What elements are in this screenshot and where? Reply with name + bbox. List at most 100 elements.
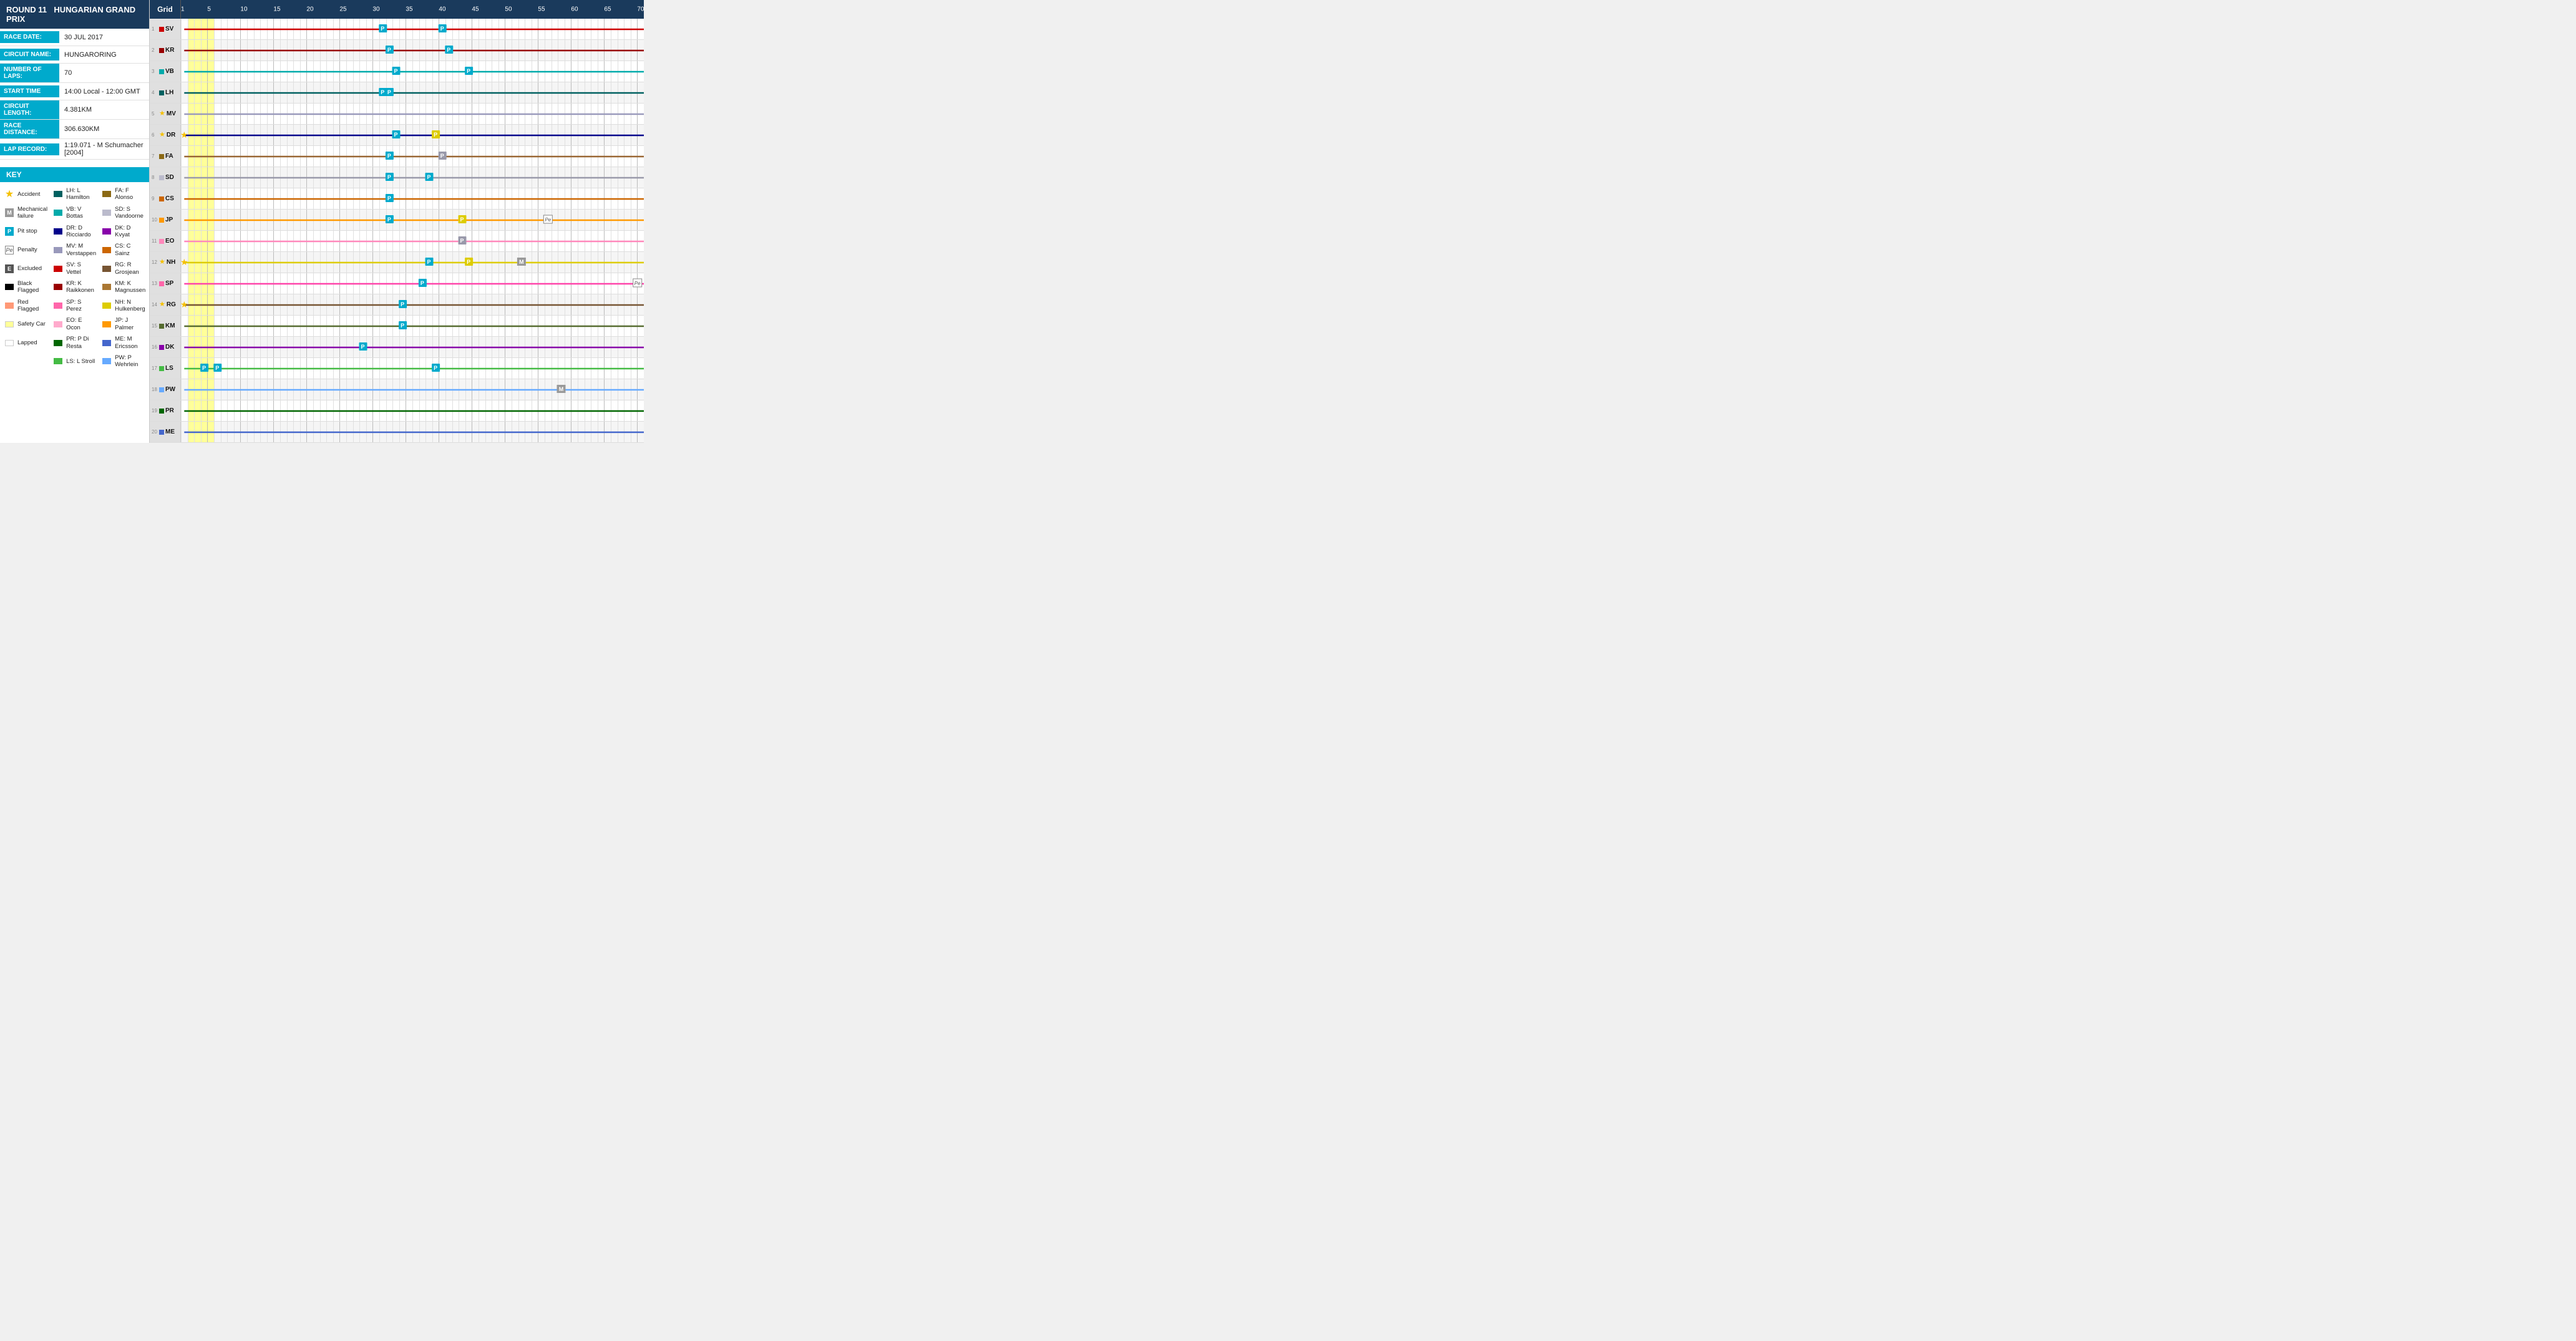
lap-marker-70: 70: [637, 6, 644, 13]
key-mechanical: M Mechanical failure: [4, 206, 47, 220]
sv-label: SV: S Vettel: [66, 261, 96, 276]
race-row-PW: 18PW: [150, 379, 644, 400]
circuit-name-row: CIRCUIT NAME: HUNGARORING: [0, 46, 149, 64]
track-cell-CS: [181, 188, 644, 209]
track-cell-PR: [181, 400, 644, 421]
pos-num-ME: 20: [152, 429, 158, 435]
penalty-icon: Pe: [4, 246, 15, 254]
lap-marker-45: 45: [472, 6, 479, 13]
row-left-DR: 6★DR: [150, 125, 181, 145]
track-cell-SP: [181, 273, 644, 294]
driver-code-PR: PR: [165, 407, 174, 414]
kr-label: KR: K Raikkonen: [66, 280, 96, 294]
driver-code-NH: NH: [167, 259, 175, 266]
driver-badge-PW: [159, 387, 164, 392]
key-dr: DR: D Ricciardo: [52, 225, 96, 239]
lap-marker-20: 20: [306, 6, 313, 13]
key-header: KEY: [0, 167, 149, 182]
pos-num-DK: 16: [152, 344, 158, 350]
row-left-LS: 17LS: [150, 358, 181, 379]
lap-numbers-header: 1510152025303540455055606570: [181, 0, 644, 19]
driver-code-CS: CS: [165, 195, 174, 202]
safetycar-icon: [4, 320, 15, 329]
lap-marker-40: 40: [439, 6, 445, 13]
driver-code-FA: FA: [165, 153, 173, 160]
race-row-KR: 2KR: [150, 40, 644, 61]
start-time-label: START TIME: [0, 85, 59, 97]
cs-label: CS: C Sainz: [115, 243, 145, 257]
key-nh: NH: N Hulkenberg: [101, 299, 145, 313]
ls-label: LS: L Stroll: [66, 358, 95, 365]
vb-color-icon: [52, 208, 64, 217]
row-left-RG: 14★RG: [150, 294, 181, 315]
track-cell-FA: [181, 146, 644, 167]
driver-badge-PR: [159, 409, 164, 414]
lap-marker-10: 10: [240, 6, 247, 13]
key-safetycar: Safety Car: [4, 317, 47, 331]
lap-marker-65: 65: [604, 6, 611, 13]
num-laps-value: 70: [59, 67, 77, 79]
race-distance-label: RACE DISTANCE:: [0, 120, 59, 138]
pitstop-icon: P: [4, 227, 15, 236]
sv-color-icon: [52, 264, 64, 273]
lap-record-row: LAP RECORD: 1:19.071 - M Schumacher [200…: [0, 139, 149, 160]
driver-code-SD: SD: [165, 174, 174, 181]
me-label: ME: M Ericsson: [115, 336, 145, 350]
pos-num-NH: 12: [152, 259, 158, 265]
key-redflag: Red Flagged: [4, 299, 47, 313]
pos-num-VB: 3: [152, 69, 158, 74]
driver-code-SP: SP: [165, 280, 173, 287]
track-cell-SD: [181, 167, 644, 188]
row-left-LH: 4 LH: [150, 82, 181, 103]
row-left-VB: 3VB: [150, 61, 181, 82]
driver-badge-EO: [159, 239, 164, 244]
row-left-SD: 8SD: [150, 167, 181, 188]
pos-num-KR: 2: [152, 47, 158, 53]
lap-record-label: LAP RECORD:: [0, 143, 59, 155]
km-label: KM: K Magnussen: [115, 280, 145, 294]
pos-num-PR: 19: [152, 408, 158, 414]
pos-num-MV: 5: [152, 111, 158, 117]
sd-label: SD: S Vandoorne: [115, 206, 145, 220]
track-cell-DR: [181, 125, 644, 145]
key-sp: SP: S Perez: [52, 299, 96, 313]
lap-marker-30: 30: [372, 6, 379, 13]
track-cell-LH: [181, 82, 644, 103]
sp-color-icon: [52, 301, 64, 310]
track-cell-RG: [181, 294, 644, 315]
pr-color-icon: [52, 339, 64, 347]
row-left-KM: 15 KM: [150, 316, 181, 336]
safetycar-label: Safety Car: [17, 321, 46, 327]
lap-marker-35: 35: [406, 6, 412, 13]
driver-badge-LS: [159, 366, 164, 371]
driver-code-JP: JP: [165, 216, 173, 223]
round-number: ROUND 11: [6, 5, 47, 14]
pos-num-DR: 6: [152, 132, 158, 138]
redflag-label: Red Flagged: [17, 299, 47, 313]
key-dk: DK: D Kvyat: [101, 225, 145, 239]
excluded-label: Excluded: [17, 265, 42, 272]
lap-marker-55: 55: [538, 6, 545, 13]
race-row-MV: 5★MV: [150, 104, 644, 125]
track-cell-DK: [181, 337, 644, 357]
driver-code-KM: KM: [165, 322, 175, 329]
key-section: KEY ★ Accident LH: L Hamilton FA: F Alon…: [0, 167, 149, 379]
driver-code-DK: DK: [165, 344, 174, 351]
row-left-SV: 1SV: [150, 19, 181, 39]
num-laps-row: NUMBER OF LAPS: 70: [0, 64, 149, 83]
track-cell-NH: [181, 252, 644, 273]
pos-num-LH: 4: [152, 90, 158, 95]
key-sv: SV: S Vettel: [52, 261, 96, 276]
driver-badge-KR: [159, 48, 164, 53]
driver-badge-FA: [159, 154, 164, 159]
pos-num-CS: 9: [152, 196, 158, 201]
key-fa: FA: F Alonso: [101, 187, 145, 201]
pos-num-KM: 15: [152, 323, 158, 329]
pos-num-EO: 11: [152, 238, 158, 244]
driver-code-LH: LH: [165, 89, 173, 96]
track-cell-KM: [181, 316, 644, 336]
eo-label: EO: E Ocon: [66, 317, 96, 331]
fa-color-icon: [101, 190, 112, 198]
lap-marker-1: 1: [181, 6, 185, 13]
lap-record-value: 1:19.071 - M Schumacher [2004]: [59, 139, 149, 159]
